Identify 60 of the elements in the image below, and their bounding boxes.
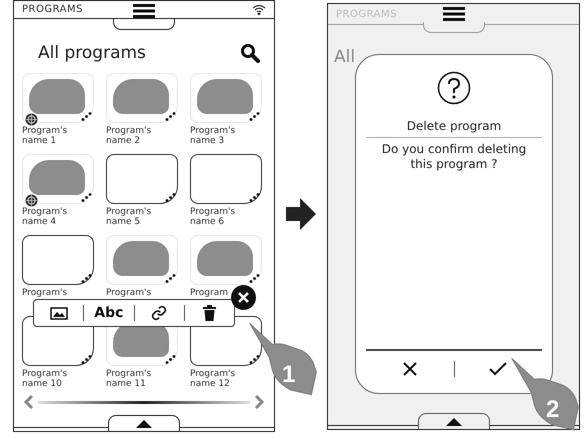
question-icon [437,71,471,105]
page-title: All [334,47,356,67]
step-number: 1 [282,361,296,389]
program-name: Program's name 10 [22,369,68,389]
step-number: 2 [546,396,560,424]
more-icon[interactable] [249,193,260,202]
menu-button[interactable] [442,7,464,21]
empty-program-tile[interactable] [22,235,94,285]
program-photo-tile[interactable] [22,154,94,204]
more-icon[interactable] [165,274,176,283]
triangle-up-icon [446,418,462,426]
program-photo-tile[interactable] [106,235,178,285]
more-icon[interactable] [249,274,260,283]
chevron-left-icon[interactable] [24,395,34,409]
program-name: Program's [22,288,68,300]
program-photo-tile[interactable] [22,73,94,123]
page-title: All programs [38,43,146,63]
chevron-right-icon[interactable] [254,395,264,409]
more-icon[interactable] [165,355,176,364]
triangle-up-icon [136,420,152,428]
more-icon[interactable] [81,355,92,364]
wifi-icon [252,4,266,15]
close-icon [402,362,417,376]
trash-icon [202,305,216,321]
program-name: Program's name 3 [190,126,236,146]
program-photo-tile[interactable] [190,73,262,123]
empty-program-tile[interactable] [106,154,178,204]
more-icon[interactable] [81,193,92,202]
more-icon[interactable] [81,274,92,283]
program-name: Program's [106,288,152,300]
more-icon[interactable] [249,355,260,364]
program-name: Program's name 5 [106,207,152,227]
program-name: Program's name 1 [22,126,68,146]
more-icon[interactable] [165,193,176,202]
program-name: Program's name 2 [106,126,152,146]
bottom-tab[interactable] [418,413,490,429]
text-button[interactable]: Abc [84,300,134,326]
header-title: PROGRAMS [22,4,83,15]
bottom-tab[interactable] [108,415,180,431]
checkmark-icon [489,362,508,376]
close-button[interactable] [231,285,256,310]
more-icon[interactable] [81,112,92,121]
more-icon[interactable] [249,112,260,121]
program-name: Program [190,288,228,300]
link-icon [151,305,168,321]
dialog-message: Do you confirm deleting this program ? [380,142,528,172]
program-name: Program's name 6 [190,207,236,227]
search-icon[interactable] [240,43,260,63]
arrow-right-icon [286,198,316,230]
dialog-title: Delete program [366,119,542,138]
program-name: Program's name 4 [22,207,68,227]
program-name: Program's name 11 [106,369,152,389]
image-icon [50,306,68,320]
more-icon[interactable] [165,112,176,121]
close-icon [238,292,249,303]
program-name: Program's name 12 [190,369,236,389]
menu-button[interactable] [133,4,155,18]
program-photo-tile[interactable] [190,235,262,285]
empty-program-tile[interactable] [190,154,262,204]
program-photo-tile[interactable] [106,73,178,123]
